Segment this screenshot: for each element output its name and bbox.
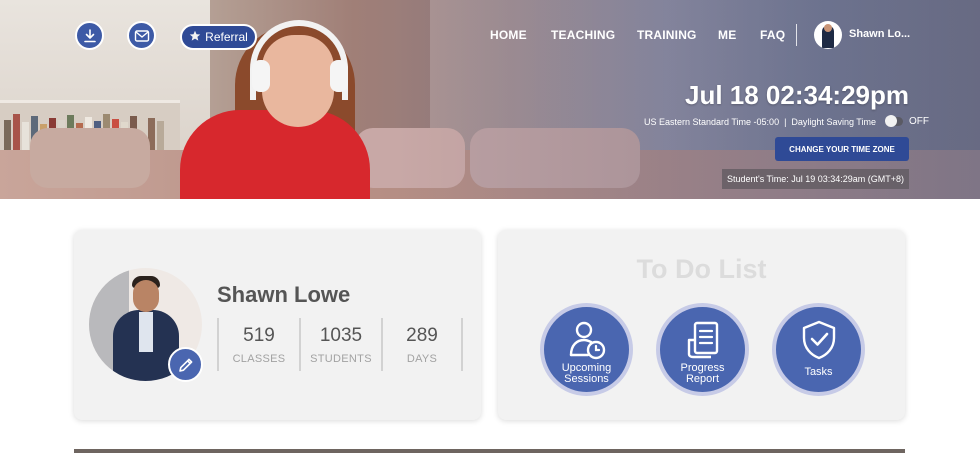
- download-icon: [83, 28, 96, 42]
- user-menu-name[interactable]: Shawn Lo...: [849, 28, 910, 40]
- star-icon: [189, 30, 201, 45]
- mail-button[interactable]: [127, 21, 156, 50]
- nav-faq[interactable]: FAQ: [760, 28, 785, 42]
- profile-name: Shawn Lowe: [217, 282, 351, 307]
- todo-item-label: Progress Report: [680, 362, 725, 385]
- change-timezone-button[interactable]: CHANGE YOUR TIME ZONE: [775, 137, 909, 161]
- stat-value: 1035: [319, 325, 363, 346]
- stat-label: DAYS: [406, 353, 438, 365]
- timezone-separator: |: [784, 116, 787, 127]
- nav-home[interactable]: HOME: [490, 28, 527, 42]
- todo-title: To Do List: [636, 254, 767, 284]
- dst-state: OFF: [908, 116, 929, 127]
- nav-me[interactable]: ME: [718, 28, 736, 42]
- nav-teaching[interactable]: TEACHING: [551, 28, 615, 42]
- shield-check-icon: [800, 319, 838, 361]
- student-time: Student's Time: Jul 19 03:34:29am (GMT+8…: [722, 169, 909, 189]
- bottom-banner-edge: [74, 449, 905, 453]
- report-icon: [684, 319, 722, 361]
- profile-card: Shawn Lowe 519 CLASSES 1035 STUDENTS 289…: [74, 230, 481, 420]
- pencil-icon: [178, 358, 192, 372]
- stat-days: 289 DAYS: [381, 318, 463, 371]
- nav-divider: [796, 24, 797, 46]
- todo-card: To Do List Upcoming Sessions Progress Re…: [498, 230, 905, 420]
- stat-value: 289: [406, 325, 438, 346]
- upcoming-sessions-button[interactable]: Upcoming Sessions: [540, 303, 633, 396]
- user-avatar[interactable]: [814, 21, 842, 49]
- dst-toggle[interactable]: [884, 115, 903, 127]
- stat-value: 519: [243, 325, 275, 346]
- edit-profile-button[interactable]: [168, 347, 203, 382]
- referral-label: Referral: [205, 30, 248, 44]
- timezone-line: US Eastern Standard Time -05:00 | Daylig…: [644, 115, 929, 127]
- stat-label: STUDENTS: [310, 353, 372, 365]
- stat-label: CLASSES: [232, 353, 286, 365]
- stat-classes: 519 CLASSES: [217, 318, 299, 371]
- progress-report-button[interactable]: Progress Report: [656, 303, 749, 396]
- tasks-button[interactable]: Tasks: [772, 303, 865, 396]
- download-button[interactable]: [75, 21, 104, 50]
- referral-button[interactable]: Referral: [180, 24, 257, 50]
- timezone-label: US Eastern Standard Time -05:00: [644, 116, 780, 127]
- user-clock-icon: [566, 319, 608, 361]
- stat-students: 1035 STUDENTS: [299, 318, 381, 371]
- current-time: Jul 18 02:34:29pm: [684, 80, 909, 110]
- dst-label: Daylight Saving Time: [791, 116, 876, 127]
- todo-item-label: Upcoming Sessions: [561, 362, 612, 385]
- nav-training[interactable]: TRAINING: [637, 28, 697, 42]
- todo-item-label: Tasks: [804, 366, 833, 378]
- mail-icon: [134, 29, 149, 42]
